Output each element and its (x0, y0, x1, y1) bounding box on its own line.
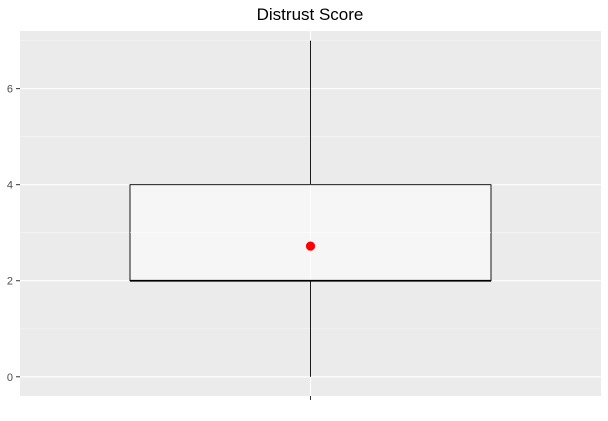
boxplot-svg: 0 2 4 6 (7, 31, 601, 400)
y-tick-label: 4 (7, 180, 13, 192)
y-tick-label: 2 (7, 276, 13, 288)
mean-point (305, 241, 316, 251)
chart-container: Distrust Score 0246 (0, 0, 608, 421)
y-tick-label: 0 (7, 372, 13, 384)
y-tick-label: 6 (7, 84, 13, 96)
